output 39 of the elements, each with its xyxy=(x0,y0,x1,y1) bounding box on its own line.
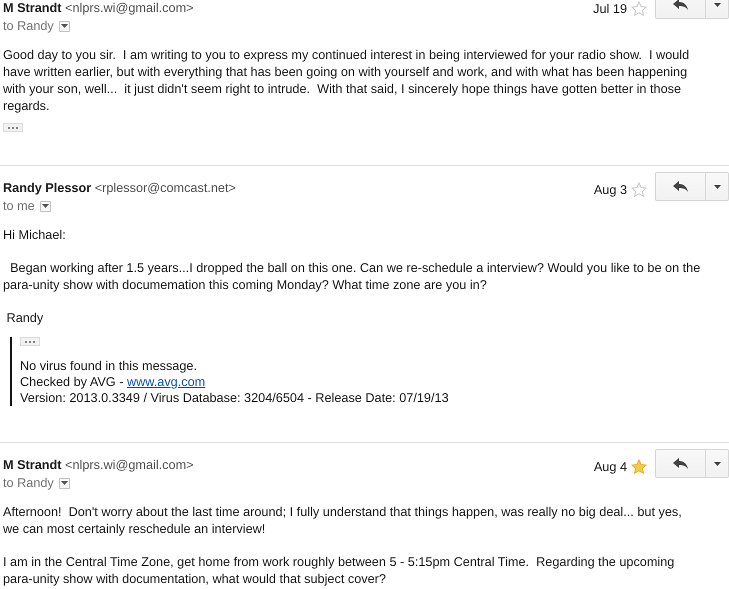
message-paragraph: Randy xyxy=(6,310,44,327)
caret-icon xyxy=(60,481,68,485)
caret-icon xyxy=(42,204,49,208)
sender-email: <nlprs.wi@gmail.com> xyxy=(65,458,194,472)
sender-email: <nlprs.wi@gmail.com> xyxy=(65,1,194,15)
show-trimmed-button[interactable] xyxy=(3,123,23,132)
sender-email: <rplessor@comcast.net> xyxy=(94,181,236,195)
reply-icon xyxy=(672,180,688,192)
sender-name: Randy Plessor xyxy=(3,181,92,195)
message-paragraph: Afternoon! Don't worry about the last time around; I fully understand that things happen, was really no big deal... but yes, we can most certainly reschedule an interview! xyxy=(3,504,683,538)
quote-line: Version: 2013.0.3349 / Virus Database: 3204/6504 - Release Date: 07/19/13 xyxy=(20,390,450,406)
message-paragraph: Good day to you sir. I am writing to you to express my continued interest in being interviewed for your radio show. I would have written earlier, but with everything that has been going on with yourself and work, and with what has been happening with your son, well... it just didn't seem right to intrude. With that said, I sincerely hope things have gotten better in those regards. xyxy=(3,47,690,115)
caret-icon xyxy=(714,2,720,6)
message-paragraph: Hi Michael: xyxy=(3,227,67,244)
message-date: Jul 19 xyxy=(593,2,627,16)
reply-icon xyxy=(672,0,688,10)
details-dropdown[interactable] xyxy=(58,478,70,488)
avg-link[interactable]: www.avg.com xyxy=(126,375,206,389)
details-dropdown[interactable] xyxy=(40,200,51,212)
message-paragraph: Began working after 1.5 years...I dropped the ball on this one. Can we re-schedule a interview? Would you like to be on the para-unity show with documemation this coming Monday? What time zone are you in? xyxy=(3,260,701,294)
star-icon[interactable] xyxy=(631,459,647,475)
sender-name: M Strandt xyxy=(3,458,62,472)
caret-icon xyxy=(714,462,720,466)
star-icon[interactable] xyxy=(631,182,647,198)
quote-text: Checked by AVG - xyxy=(20,375,124,389)
message-date: Aug 3 xyxy=(594,183,627,197)
recipient-label: to me xyxy=(3,199,35,213)
reply-icon xyxy=(672,458,688,470)
caret-icon xyxy=(714,184,720,188)
recipient-label: to Randy xyxy=(3,476,54,490)
message-paragraph: I am in the Central Time Zone, get home from work roughly between 5 - 5:15pm Central Time. Regarding the upcoming para-unity show with documentation, what would that subject cover? xyxy=(3,554,676,588)
quote-line: No virus found in this message. xyxy=(20,358,198,374)
show-trimmed-button[interactable] xyxy=(20,337,40,346)
details-dropdown[interactable] xyxy=(58,20,70,32)
caret-icon xyxy=(60,24,68,28)
message-date: Aug 4 xyxy=(594,460,627,474)
sender-name: M Strandt xyxy=(3,1,62,15)
star-icon[interactable] xyxy=(631,1,647,17)
recipient-label: to Randy xyxy=(3,19,54,33)
